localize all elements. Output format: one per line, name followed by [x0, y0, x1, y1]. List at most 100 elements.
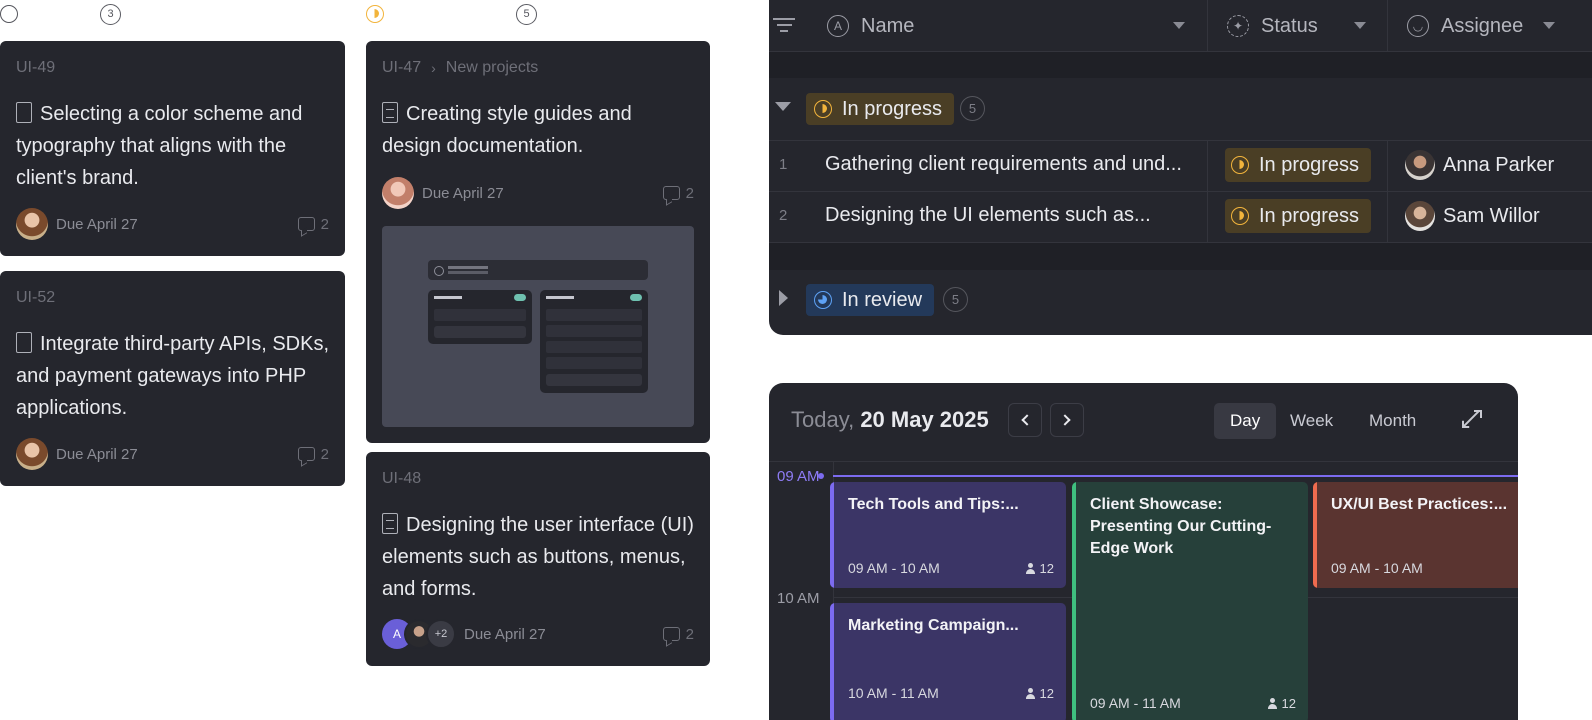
row-number: 1 — [779, 156, 788, 173]
due-date: Due April 27 — [56, 445, 138, 463]
calendar-event[interactable]: Tech Tools and Tips:... 09 AM - 10 AM 12 — [830, 482, 1066, 588]
event-time: 09 AM - 10 AM — [1331, 560, 1423, 576]
document-icon — [382, 513, 398, 534]
table-header: A Name ✦ Status ◡ Assignee — [769, 0, 1592, 52]
task-id: UI-49 — [16, 59, 56, 76]
todo-status-icon — [0, 5, 18, 23]
assignee[interactable]: Anna Parker — [1405, 150, 1554, 180]
count-badge: 3 — [100, 3, 121, 25]
comment-count: 2 — [685, 184, 694, 202]
avatar[interactable] — [16, 438, 48, 470]
hour-label: 10 AM — [777, 590, 820, 607]
task-title: Creating style guides and design documen… — [382, 102, 632, 157]
preview-tuesday-panel — [540, 290, 648, 393]
count-badge: 5 — [516, 3, 537, 25]
view-tab-day[interactable]: Day — [1214, 403, 1277, 439]
card-footer: Due April 27 2 — [16, 438, 329, 470]
card-footer: Due April 27 2 — [382, 177, 694, 209]
event-title: Marketing Campaign... — [848, 617, 1019, 634]
status-badge[interactable]: In progress — [1225, 148, 1371, 182]
view-tab-week[interactable]: Week — [1274, 403, 1349, 439]
task-name[interactable]: Designing the UI elements such as... — [825, 204, 1151, 227]
avatar — [1405, 201, 1435, 231]
calendar-event[interactable]: UX/UI Best Practices:... 09 AM - 10 AM — [1313, 482, 1518, 588]
event-title: Tech Tools and Tips:... — [848, 496, 1019, 513]
caret-down-icon[interactable] — [1354, 22, 1366, 29]
task-card[interactable]: UI-52 Integrate third-party APIs, SDKs, … — [0, 271, 345, 486]
previous-day-button[interactable] — [1008, 403, 1042, 437]
in-progress-icon — [1231, 156, 1249, 174]
column-header-todo — [0, 4, 18, 24]
task-card[interactable]: UI-48 Designing the user interface (UI) … — [366, 452, 710, 666]
in-progress-icon — [814, 100, 832, 118]
calendar-event[interactable]: Marketing Campaign... 10 AM - 11 AM 12 — [830, 603, 1066, 720]
column-header-in-progress — [366, 4, 384, 24]
attendee-count: 12 — [1025, 686, 1054, 701]
row-number: 2 — [779, 207, 788, 224]
in-progress-icon — [1231, 207, 1249, 225]
status-column-icon: ✦ — [1227, 15, 1249, 37]
current-time-dot — [818, 473, 824, 479]
task-title: Selecting a color scheme and typography … — [16, 102, 303, 189]
current-time-line — [833, 475, 1518, 477]
filter-icon[interactable] — [773, 18, 795, 32]
table-row[interactable]: 1 Gathering client requirements and und.… — [769, 140, 1592, 190]
avatar — [1405, 150, 1435, 180]
comment-icon — [662, 186, 680, 200]
chevron-right-icon — [1059, 414, 1071, 426]
hour-label: 09 AM — [777, 468, 820, 485]
comments[interactable]: 2 — [662, 626, 694, 643]
in-progress-status-icon — [366, 5, 384, 23]
chevron-left-icon — [1021, 414, 1033, 426]
column-header-assignee[interactable]: ◡ Assignee — [1407, 0, 1523, 52]
breadcrumb: UI-47 › New projects — [382, 59, 538, 77]
calendar-date: Today, 20 May 2025 — [791, 407, 989, 432]
assignee[interactable]: Sam Willor — [1405, 201, 1540, 231]
task-title: Integrate third-party APIs, SDKs, and pa… — [16, 332, 330, 419]
task-table: A Name ✦ Status ◡ Assignee In progress 5… — [769, 0, 1592, 335]
group-label-in-review: In review — [806, 284, 935, 316]
view-tab-month[interactable]: Month — [1353, 403, 1432, 439]
project-link[interactable]: New projects — [446, 59, 538, 77]
avatar-group[interactable]: A +2 — [382, 619, 456, 649]
avatar[interactable] — [382, 177, 414, 209]
status-badge[interactable]: In progress — [1225, 199, 1371, 233]
document-icon — [16, 332, 32, 353]
task-id: UI-52 — [16, 289, 56, 306]
event-time: 10 AM - 11 AM — [848, 685, 939, 701]
caret-down-icon[interactable] — [1543, 22, 1555, 29]
next-day-button[interactable] — [1050, 403, 1084, 437]
task-card[interactable]: UI-49 Selecting a color scheme and typog… — [0, 41, 345, 256]
comments[interactable]: 2 — [297, 216, 329, 233]
task-id: UI-47 — [382, 59, 422, 76]
table-row[interactable]: 2 Designing the UI elements such as... I… — [769, 191, 1592, 241]
event-time: 09 AM - 11 AM — [1090, 695, 1181, 711]
task-id: UI-48 — [382, 470, 422, 487]
due-date: Due April 27 — [56, 215, 138, 233]
person-icon — [1025, 688, 1036, 699]
caret-down-icon[interactable] — [1173, 22, 1185, 29]
comments[interactable]: 2 — [297, 446, 329, 463]
due-date: Due April 27 — [422, 184, 504, 202]
task-card[interactable]: UI-47 › New projects Creating style guid… — [366, 41, 710, 443]
task-name[interactable]: Gathering client requirements and und... — [825, 153, 1182, 176]
collapse-group-icon[interactable] — [775, 102, 791, 111]
expand-group-icon[interactable] — [779, 290, 788, 306]
expand-icon[interactable] — [1462, 410, 1480, 428]
column-header-status[interactable]: ✦ Status — [1227, 0, 1318, 52]
document-icon — [382, 102, 398, 123]
task-title: Designing the user interface (UI) elemen… — [382, 513, 694, 600]
person-icon — [1267, 698, 1278, 709]
comment-icon — [297, 217, 315, 231]
due-date: Due April 27 — [464, 625, 546, 643]
preview-timezone-bar — [428, 260, 648, 280]
document-icon — [16, 102, 32, 123]
column-header-name[interactable]: A Name — [827, 0, 914, 52]
attachment-preview-image[interactable] — [382, 226, 694, 427]
calendar-event[interactable]: Client Showcase: Presenting Our Cutting-… — [1072, 482, 1308, 720]
avatar[interactable] — [16, 208, 48, 240]
preview-monday-panel — [428, 290, 532, 344]
attendee-count: 12 — [1025, 561, 1054, 576]
comments[interactable]: 2 — [662, 184, 694, 202]
column-count-in-progress: 5 — [516, 3, 537, 25]
